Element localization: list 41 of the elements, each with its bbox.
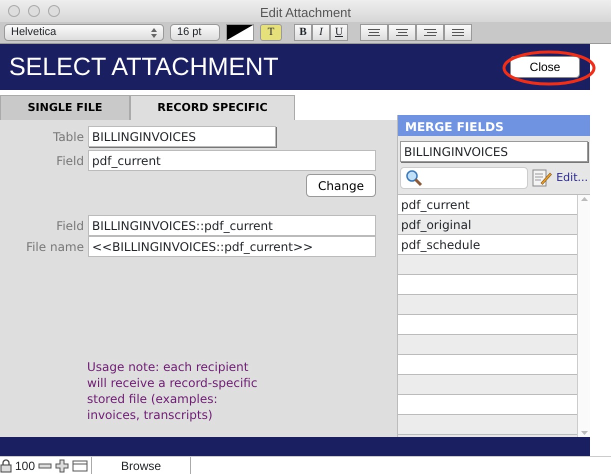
field-label: Field: [55, 218, 84, 234]
align-right-icon[interactable]: [416, 24, 444, 41]
zoom-level: 100: [15, 458, 36, 474]
tab[interactable]: SINGLE FILE: [0, 95, 130, 120]
color-swatch[interactable]: [226, 24, 254, 41]
field-label: Table: [52, 128, 84, 146]
edit-icon[interactable]: [532, 168, 552, 188]
bold-button[interactable]: B: [294, 24, 312, 41]
table-field[interactable]: BILLINGINVOICES: [88, 126, 276, 147]
lock-icon[interactable]: [0, 458, 12, 472]
usage-note: Usage note: each recipient will receive a record-specific stored file (examples: invoices, transcripts): [87, 359, 258, 423]
merge-field-item[interactable]: pdf_schedule: [398, 235, 577, 255]
panel-title: MERGE FIELDS: [398, 115, 590, 136]
search-icon: [405, 169, 423, 187]
input-field[interactable]: pdf_current: [88, 150, 376, 171]
change-button[interactable]: Change: [306, 174, 376, 197]
tab[interactable]: RECORD SPECIFIC: [130, 95, 295, 120]
input-field[interactable]: BILLINGINVOICES::pdf_current: [88, 215, 376, 236]
justify-icon[interactable]: [444, 24, 472, 41]
size-dropdown[interactable]: 16 pt: [170, 24, 220, 41]
field-label: Field: [55, 152, 84, 170]
merge-field-item[interactable]: pdf_original: [398, 215, 577, 235]
window-title: Edit Attachment: [260, 4, 352, 22]
table-field[interactable]: BILLINGINVOICES: [400, 141, 588, 162]
page-title: SELECT ATTACHMENT: [9, 52, 278, 82]
stepper-icon: [151, 28, 157, 38]
font-dropdown[interactable]: Helvetica: [4, 24, 164, 41]
zoom-in-icon[interactable]: [55, 458, 70, 472]
search-field[interactable]: [400, 167, 528, 189]
align-center-icon[interactable]: [388, 24, 416, 41]
edit-link[interactable]: Edit...: [556, 170, 588, 186]
underline-button[interactable]: U: [330, 24, 348, 41]
mode-indicator[interactable]: Browse: [91, 456, 192, 474]
align-left-icon[interactable]: [360, 24, 388, 41]
italic-button[interactable]: I: [312, 24, 330, 41]
field-label: File name: [25, 238, 84, 256]
toolbar-toggle-icon[interactable]: [72, 458, 88, 472]
text-highlight-button[interactable]: T: [260, 24, 282, 41]
close-button[interactable]: Close: [510, 56, 580, 78]
input-field[interactable]: <<BILLINGINVOICES::pdf_current>>: [88, 236, 376, 257]
merge-field-item[interactable]: pdf_current: [398, 195, 577, 215]
